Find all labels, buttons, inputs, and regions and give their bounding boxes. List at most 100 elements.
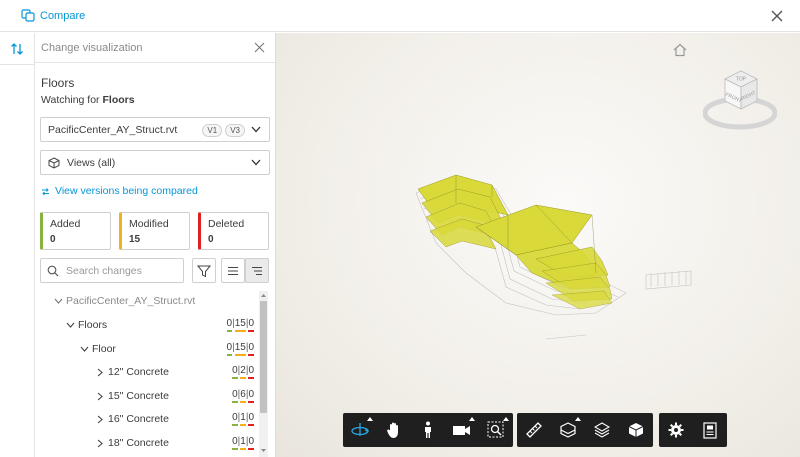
scroll-up-icon[interactable] — [260, 292, 267, 299]
compare-button[interactable]: Compare — [21, 9, 85, 22]
tools-toolbar — [517, 413, 653, 447]
modified-stat-card[interactable]: Modified 15 — [119, 212, 190, 250]
chevron-down-icon[interactable] — [79, 344, 89, 354]
top-bar: Compare — [0, 0, 800, 32]
viewcube[interactable]: TOP FRONT RIGHT — [703, 61, 777, 135]
walk-button[interactable] — [411, 413, 445, 447]
deleted-stat-card[interactable]: Deleted 0 — [198, 212, 269, 250]
chevron-right-icon[interactable] — [95, 438, 105, 448]
flyout-indicator — [367, 417, 373, 421]
deleted-label: Deleted — [208, 218, 245, 230]
tree-view-button[interactable] — [245, 258, 269, 283]
navigation-toolbar — [343, 413, 513, 447]
search-input[interactable]: Search changes — [40, 258, 184, 283]
building-model[interactable] — [396, 163, 696, 343]
list-icon — [228, 266, 238, 275]
tree-label: 18" Concrete — [108, 437, 169, 449]
layers-icon — [594, 422, 610, 438]
filter-icon — [197, 265, 211, 277]
tree-label: 16" Concrete — [108, 413, 169, 425]
section-title: Floors — [41, 76, 75, 90]
changes-tree: PacificCenter_AY_Struct.rvt Floors 0 | 15 |… — [35, 290, 269, 457]
properties-button[interactable] — [693, 413, 727, 447]
views-label: Views (all) — [67, 156, 116, 169]
chevron-right-icon[interactable] — [95, 367, 105, 377]
change-counts: 0 | 2 | 0 — [232, 365, 254, 379]
camera-button[interactable] — [445, 413, 479, 447]
tree-label: PacificCenter_AY_Struct.rvt — [66, 295, 196, 307]
swap-arrows-icon — [42, 187, 49, 195]
view-versions-label: View versions being compared — [55, 185, 198, 197]
settings-toolbar — [659, 413, 727, 447]
chevron-right-icon[interactable] — [95, 414, 105, 424]
tree-row[interactable]: 16" Concrete 0 | 1 | 0 — [35, 409, 269, 429]
change-counts: 0 | 6 | 0 — [232, 389, 254, 403]
zoom-window-button[interactable] — [479, 413, 513, 447]
model-viewer[interactable]: TOP FRONT RIGHT — [276, 33, 800, 457]
measure-icon — [526, 422, 542, 438]
panel-title: Change visualization — [41, 41, 143, 54]
scroll-down-icon[interactable] — [260, 447, 267, 454]
added-stat-card[interactable]: Added 0 — [40, 212, 111, 250]
change-counts: 0 | 15 | 0 — [226, 318, 254, 332]
compare-icon — [21, 9, 35, 22]
filter-button[interactable] — [192, 258, 216, 283]
home-icon[interactable] — [672, 43, 688, 57]
view-versions-link[interactable]: View versions being compared — [41, 185, 198, 197]
tree-row[interactable]: Floor 0 | 15 | 0 — [35, 339, 269, 359]
watching-text: Watching for Floors — [41, 94, 135, 106]
compare-label: Compare — [40, 9, 86, 22]
search-placeholder: Search changes — [66, 264, 142, 277]
watching-value: Floors — [102, 94, 135, 106]
tree-scrollbar[interactable] — [259, 291, 268, 457]
pan-icon — [387, 422, 398, 438]
close-icon[interactable] — [768, 7, 786, 25]
added-count: 0 — [50, 234, 56, 245]
tree-row[interactable]: 15" Concrete 0 | 6 | 0 — [35, 386, 269, 406]
pan-button[interactable] — [377, 413, 411, 447]
viewcube-top-label: TOP — [736, 77, 747, 83]
search-icon — [47, 265, 59, 276]
chevron-down-icon[interactable] — [65, 320, 75, 330]
change-counts: 0 | 1 | 0 — [232, 436, 254, 450]
modified-floors-highlight — [417, 174, 613, 310]
added-label: Added — [50, 218, 81, 230]
chevron-down-icon[interactable] — [53, 296, 63, 306]
tree-row[interactable]: Floors 0 | 15 | 0 — [35, 315, 269, 335]
tree-row[interactable]: PacificCenter_AY_Struct.rvt — [35, 291, 269, 311]
flyout-indicator — [503, 417, 509, 421]
panel-header: Change visualization — [35, 33, 275, 63]
model-browser-icon — [628, 423, 644, 437]
layers-button[interactable] — [585, 413, 619, 447]
close-icon[interactable] — [254, 42, 265, 53]
flyout-indicator — [469, 417, 475, 421]
swap-versions-button[interactable] — [0, 33, 34, 65]
section-icon — [560, 422, 576, 438]
orbit-button[interactable] — [343, 413, 377, 447]
version-from-badge: V1 — [202, 124, 223, 137]
views-dropdown[interactable]: Views (all) — [40, 150, 270, 175]
chevron-down-icon — [251, 126, 261, 133]
left-rail — [0, 33, 35, 457]
change-visualization-panel: Change visualization Floors Watching for… — [35, 33, 276, 457]
file-version-dropdown[interactable]: PacificCenter_AY_Struct.rvt V1 V3 — [40, 117, 270, 142]
list-view-button[interactable] — [221, 258, 245, 283]
tree-row[interactable]: 18" Concrete 0 | 1 | 0 — [35, 433, 269, 453]
version-to-badge: V3 — [225, 124, 245, 137]
model-browser-button[interactable] — [619, 413, 653, 447]
settings-button[interactable] — [659, 413, 693, 447]
tree-row[interactable]: 12" Concrete 0 | 2 | 0 — [35, 362, 269, 382]
file-name: PacificCenter_AY_Struct.rvt — [48, 123, 178, 136]
watching-prefix: Watching for — [41, 94, 100, 106]
modified-label: Modified — [129, 218, 169, 230]
section-button[interactable] — [551, 413, 585, 447]
measure-button[interactable] — [517, 413, 551, 447]
zoom-window-icon — [487, 421, 504, 438]
scrollbar-thumb[interactable] — [260, 301, 267, 413]
change-counts: 0 | 15 | 0 — [226, 342, 254, 356]
cube-icon — [48, 156, 60, 169]
change-counts: 0 | 1 | 0 — [232, 412, 254, 426]
chevron-right-icon[interactable] — [95, 391, 105, 401]
camera-icon — [453, 426, 470, 435]
tree-label: Floor — [92, 343, 116, 355]
